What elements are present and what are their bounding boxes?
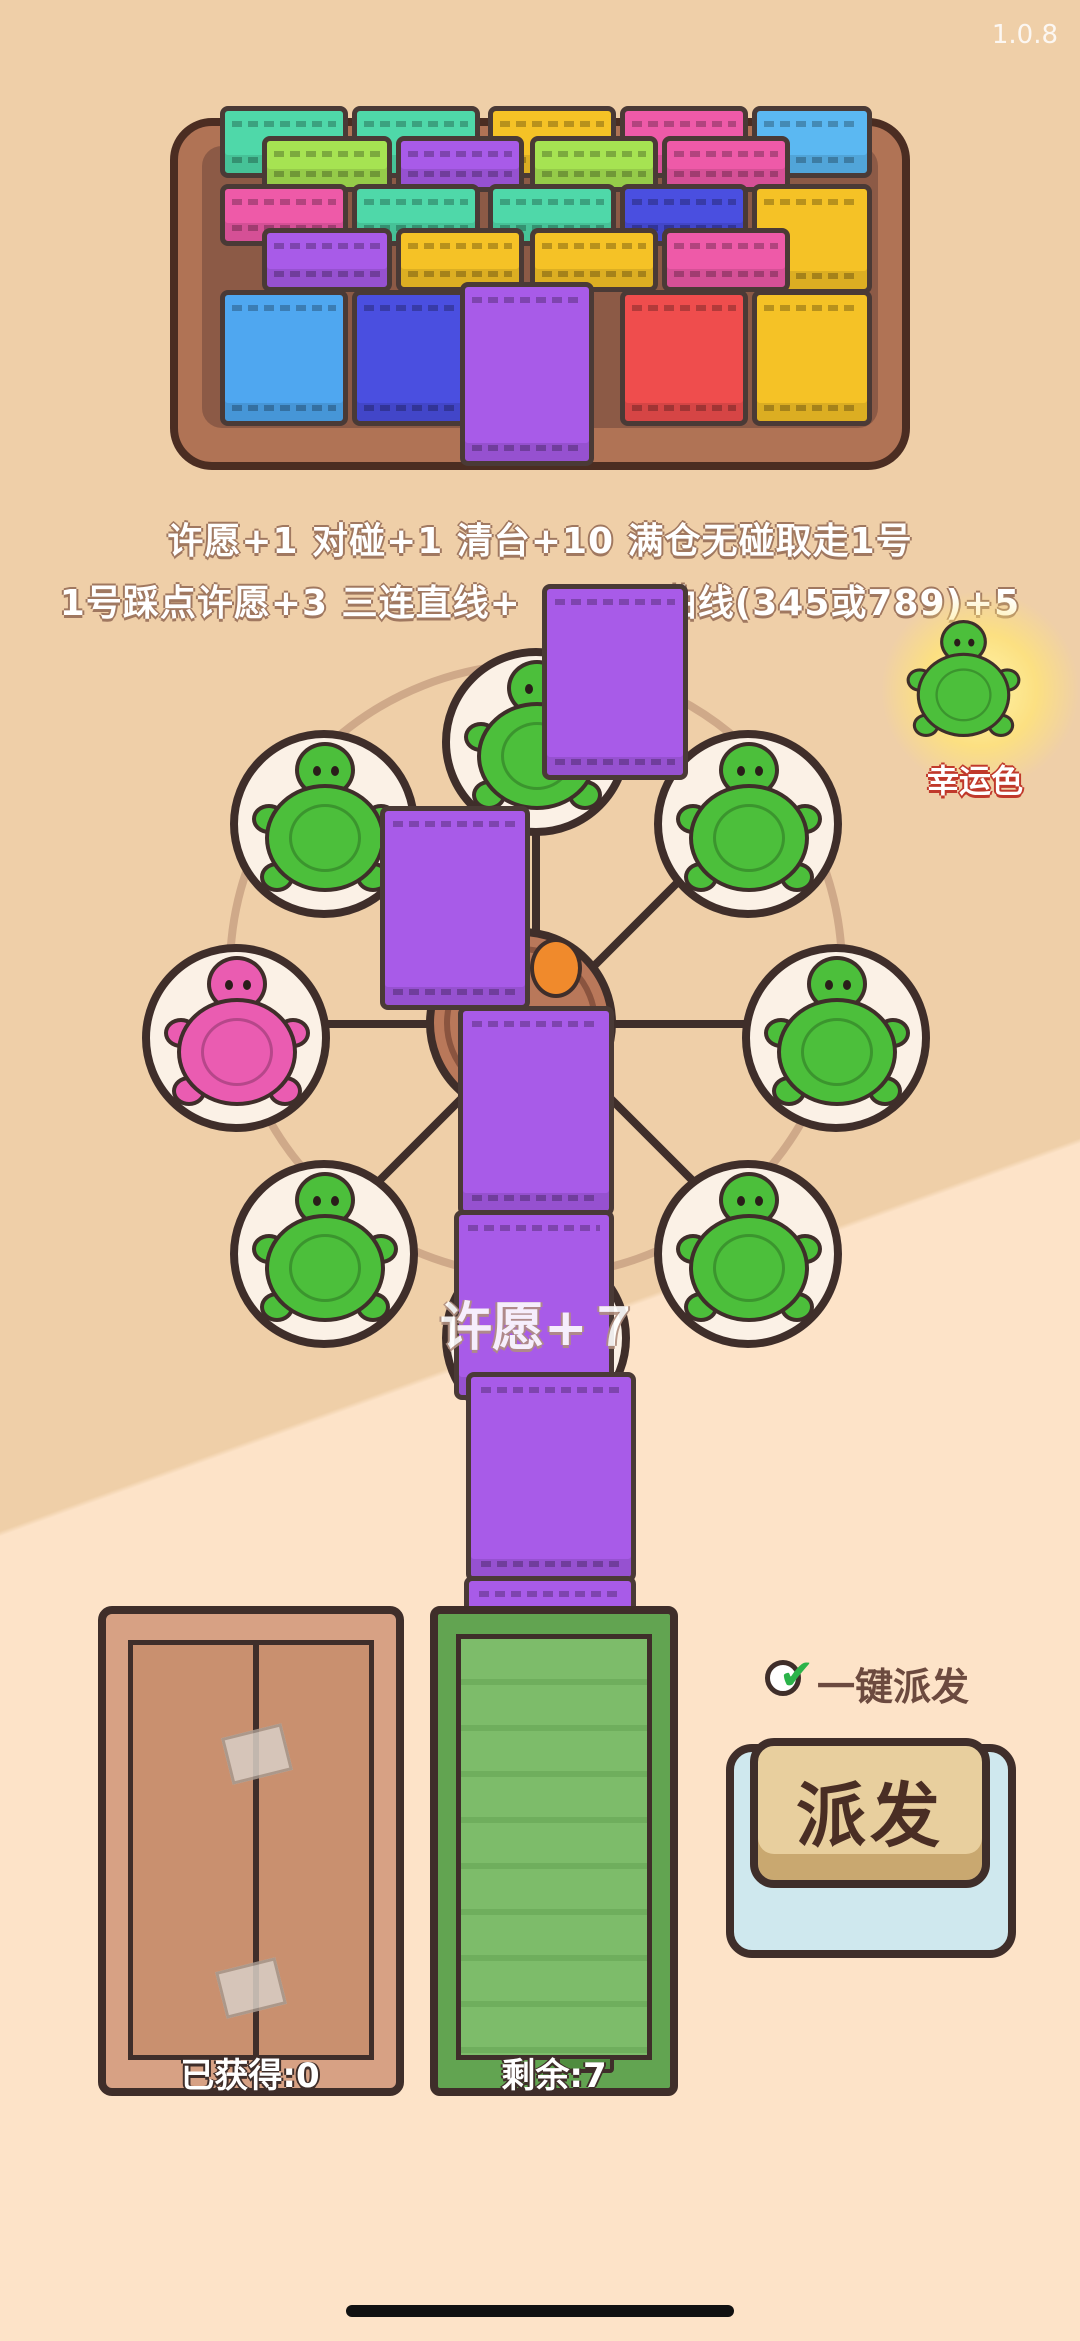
flying-bag [466,1372,636,1582]
tray-bag[interactable] [220,290,348,426]
check-icon: ✔ [779,1650,815,1699]
turtle-icon [674,1172,824,1332]
remaining-box [430,1606,678,2096]
flying-bag [542,584,688,780]
turtle-icon [762,956,912,1116]
turtle-icon [674,742,824,902]
version-label: 1.0.8 [991,20,1058,50]
tray-bag[interactable] [662,228,790,292]
tray-bag-selected[interactable] [460,282,594,466]
rules-line-1: 许愿+1 对碰+1 清台+10 满仓无碰取走1号 [167,521,913,562]
rules-line-2-head: 1号踩点许愿+3 三连直线+ [59,583,521,624]
wish-bonus-text: 许愿+７ [440,1298,640,1358]
obtained-count: 已获得:0 [180,2056,320,2096]
tray-bag[interactable] [620,290,748,426]
flying-bag [458,1006,614,1216]
chick-icon [530,938,582,998]
dispatch-button-label: 派发 [796,1775,944,1857]
obtained-box [98,1606,404,2096]
turtle-icon [250,742,400,902]
auto-dispatch-toggle[interactable]: ✔ 一键派发 [765,1650,1005,1709]
lucky-turtle-icon [905,620,1022,745]
tray-bag[interactable] [752,290,872,426]
turtle-icon [250,1172,400,1332]
turtle-icon [162,956,312,1116]
remaining-count: 剩余:7 [501,2056,607,2096]
lucky-color-label: 幸运色 [926,762,1023,800]
home-indicator[interactable] [346,2305,734,2317]
auto-dispatch-label: 一键派发 [817,1665,970,1709]
flying-bag [380,806,530,1010]
tray-bag[interactable] [262,228,392,292]
